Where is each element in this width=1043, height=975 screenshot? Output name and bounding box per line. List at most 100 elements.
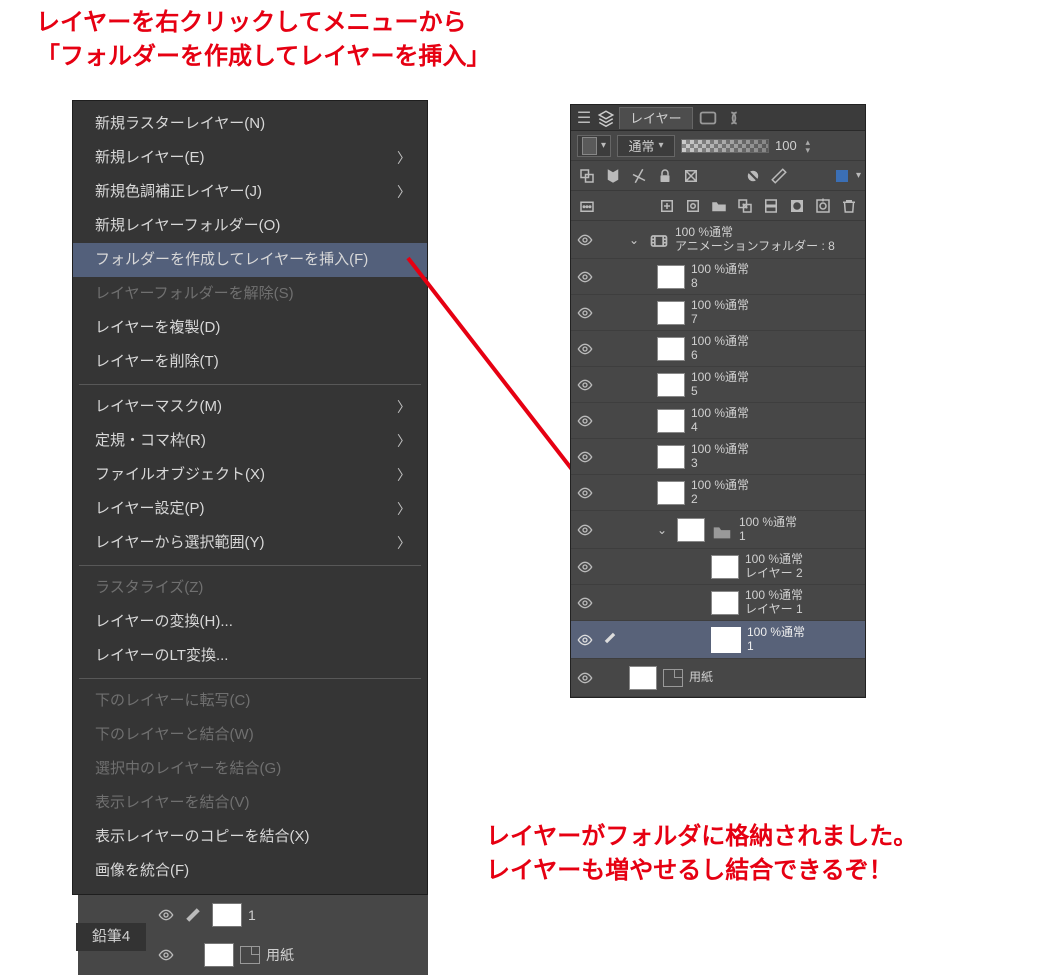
layer-row[interactable]: 100 %通常8: [571, 259, 865, 295]
menu-ruler-frame[interactable]: 定規・コマ枠(R)〉: [73, 424, 427, 458]
layer-color-icon[interactable]: [830, 164, 854, 188]
delete-layer-icon[interactable]: [837, 194, 861, 218]
visibility-eye-icon[interactable]: [577, 377, 593, 393]
layer-row[interactable]: 100 %通常3: [571, 439, 865, 475]
draft-layer-icon[interactable]: [627, 164, 651, 188]
mask-enable-icon[interactable]: [741, 164, 765, 188]
new-raster-layer-icon[interactable]: [655, 194, 679, 218]
layer-name-label: 用紙: [689, 671, 713, 685]
visibility-eye-icon[interactable]: [577, 232, 593, 248]
menu-new-correction-layer[interactable]: 新規色調補正レイヤー(J)〉: [73, 175, 427, 209]
visibility-eye-icon[interactable]: [158, 947, 174, 963]
menu-layer-settings[interactable]: レイヤー設定(P)〉: [73, 492, 427, 526]
panel-tab-icon[interactable]: [697, 109, 719, 127]
expand-chevron-icon[interactable]: ⌄: [629, 233, 643, 247]
visibility-eye-icon[interactable]: [577, 269, 593, 285]
folder-icon: [711, 521, 733, 539]
layer-row[interactable]: 100 %通常6: [571, 331, 865, 367]
paper-icon: [663, 669, 683, 687]
visibility-eye-icon[interactable]: [577, 522, 593, 538]
menu-layer-mask[interactable]: レイヤーマスク(M)〉: [73, 390, 427, 424]
ruler-enable-icon[interactable]: [767, 164, 791, 188]
layer-info-label: 100 %通常: [675, 226, 835, 240]
layer-info-label: 100 %通常: [691, 263, 749, 277]
layer-row-folder[interactable]: ⌄ 100 %通常1: [571, 511, 865, 549]
layer-row-paper[interactable]: 用紙: [571, 659, 865, 697]
layer-thumbnail: [711, 555, 739, 579]
visibility-eye-icon[interactable]: [577, 413, 593, 429]
new-vector-layer-icon[interactable]: [681, 194, 705, 218]
annotation-bottom: レイヤーがフォルダに格納されました。 レイヤーも増やせるし結合できるぞ！: [486, 820, 917, 887]
panel-option-icon[interactable]: [575, 194, 599, 218]
visibility-eye-icon[interactable]: [577, 559, 593, 575]
layer-tools-row-1: ▾: [571, 161, 865, 191]
layer-name-label: 4: [691, 421, 749, 435]
layer-info-label: 100 %通常: [747, 626, 805, 640]
menu-new-layer-folder[interactable]: 新規レイヤーフォルダー(O): [73, 209, 427, 243]
menu-ruler-frame-label: 定規・コマ枠(R): [95, 432, 206, 449]
menu-new-layer[interactable]: 新規レイヤー(E)〉: [73, 141, 427, 175]
menu-select-from-layer[interactable]: レイヤーから選択範囲(Y) 〉: [73, 526, 427, 560]
dropdown-arrow-icon[interactable]: ▾: [856, 170, 861, 181]
create-mask-icon[interactable]: [785, 194, 809, 218]
expand-chevron-icon[interactable]: ⌄: [657, 523, 671, 537]
layer-row[interactable]: 100 %通常4: [571, 403, 865, 439]
layer-color-swatch[interactable]: ▾: [577, 135, 611, 157]
new-layer-folder-icon[interactable]: [707, 194, 731, 218]
layer-row[interactable]: 100 %通常レイヤー 1: [571, 585, 865, 621]
menu-merge-visible-copy[interactable]: 表示レイヤーのコピーを結合(X): [73, 820, 427, 854]
panel-tab-icon[interactable]: [723, 109, 745, 127]
visibility-eye-icon[interactable]: [577, 449, 593, 465]
layer-row[interactable]: 100 %通常レイヤー 2: [571, 549, 865, 585]
layer-row[interactable]: 100 %通常5: [571, 367, 865, 403]
menu-convert-layer[interactable]: レイヤーの変換(H)...: [73, 605, 427, 639]
layer-thumbnail: [677, 518, 705, 542]
visibility-eye-icon[interactable]: [577, 341, 593, 357]
opacity-spinner[interactable]: ▴▾: [803, 137, 813, 155]
layer-row-selected[interactable]: 100 %通常1: [571, 621, 865, 659]
layer-thumbnail: [657, 481, 685, 505]
layer-name-label: 3: [691, 457, 749, 471]
transfer-below-icon[interactable]: [733, 194, 757, 218]
reference-layer-icon[interactable]: [601, 164, 625, 188]
clip-below-icon[interactable]: [575, 164, 599, 188]
menu-merge-below: 下のレイヤーと結合(W): [73, 718, 427, 752]
merge-below-icon[interactable]: [759, 194, 783, 218]
visibility-eye-icon[interactable]: [577, 632, 593, 648]
menu-file-object[interactable]: ファイルオブジェクト(X)〉: [73, 458, 427, 492]
layer-thumbnail: [657, 301, 685, 325]
opacity-slider[interactable]: [681, 139, 769, 153]
visibility-eye-icon[interactable]: [577, 305, 593, 321]
opacity-value[interactable]: 100: [775, 138, 797, 153]
menu-flatten-image[interactable]: 画像を統合(F): [73, 854, 427, 888]
layer-name-label: 1: [248, 907, 256, 923]
panel-titlebar: ☰ レイヤー: [571, 105, 865, 131]
layer-row[interactable]: 100 %通常2: [571, 475, 865, 511]
layer-thumbnail: [657, 337, 685, 361]
lock-icon[interactable]: [653, 164, 677, 188]
layer-panel-tab[interactable]: レイヤー: [619, 107, 693, 129]
menu-create-folder-insert-layer[interactable]: フォルダーを作成してレイヤーを挿入(F): [73, 243, 427, 277]
layer-row-animation-folder[interactable]: ⌄ 100 %通常アニメーションフォルダー : 8: [571, 221, 865, 259]
layer-thumbnail: [711, 627, 741, 653]
layer-row[interactable]: 100 %通常7: [571, 295, 865, 331]
menu-new-raster-layer[interactable]: 新規ラスターレイヤー(N): [73, 107, 427, 141]
visibility-eye-icon[interactable]: [577, 485, 593, 501]
visibility-eye-icon[interactable]: [577, 670, 593, 686]
menu-select-from-layer-label: レイヤーから選択範囲(Y): [95, 534, 265, 551]
submenu-arrow-icon: 〉: [397, 526, 411, 560]
layer-name-label: 1: [739, 530, 797, 544]
apply-mask-icon[interactable]: [811, 194, 835, 218]
panel-menu-icon[interactable]: ☰: [575, 109, 593, 127]
layer-info-label: 100 %通常: [745, 589, 803, 603]
context-menu-wrapper: 新規ラスターレイヤー(N) 新規レイヤー(E)〉 新規色調補正レイヤー(J)〉 …: [72, 100, 442, 975]
menu-lt-convert[interactable]: レイヤーのLT変換...: [73, 639, 427, 673]
menu-delete-layer[interactable]: レイヤーを削除(T): [73, 345, 427, 379]
submenu-arrow-icon: 〉: [397, 492, 411, 526]
visibility-eye-icon[interactable]: [577, 595, 593, 611]
lock-transparent-icon[interactable]: [679, 164, 703, 188]
menu-duplicate-layer[interactable]: レイヤーを複製(D): [73, 311, 427, 345]
visibility-eye-icon[interactable]: [158, 907, 174, 923]
left-panel-peek: 鉛筆4 1 用紙: [78, 895, 428, 975]
blend-mode-select[interactable]: 通常▾: [617, 135, 675, 157]
